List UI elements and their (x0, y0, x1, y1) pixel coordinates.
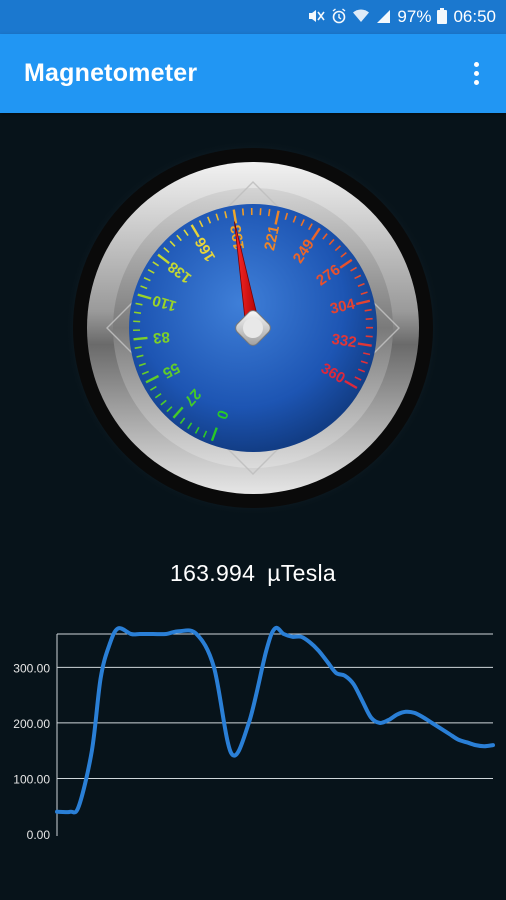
battery-percent: 97% (397, 7, 432, 26)
gauge-tick (365, 317, 373, 321)
chart-series-line (55, 625, 495, 815)
mute-icon (307, 9, 326, 26)
gauge-tick (133, 311, 142, 314)
overflow-menu-icon[interactable] (464, 56, 488, 90)
gauge-dial: 0275583110138166193221249276304332360 (65, 140, 441, 516)
reading-unit: µTesla (267, 560, 336, 586)
gauge-tick (241, 208, 245, 216)
signal-icon (375, 9, 391, 26)
app-bar: Magnetometer (0, 34, 506, 113)
status-bar: 97% 06:50 (0, 0, 506, 34)
reading-value: 163.994 (170, 560, 256, 586)
wifi-icon (353, 9, 370, 26)
battery-icon (437, 7, 448, 27)
chart-y-tick-label: 0.00 (27, 828, 51, 842)
app-title: Magnetometer (24, 59, 198, 87)
gauge-tick (267, 209, 271, 217)
gauge-tick (133, 336, 148, 341)
field-history-chart: 0.00 100.00 200.00 300.00 (0, 620, 506, 860)
chart-svg: 0.00 100.00 200.00 300.00 (13, 625, 495, 842)
chart-y-tick-label: 200.00 (13, 717, 50, 731)
alarm-icon (331, 7, 347, 27)
gauge: 0275583110138166193221249276304332360 (53, 140, 453, 540)
gauge-tick (365, 335, 373, 338)
chart-y-tick-label: 300.00 (13, 661, 50, 675)
magnetic-reading: 163.994 µTesla (0, 560, 506, 587)
chart-y-tick-label: 100.00 (13, 772, 50, 786)
clock: 06:50 (453, 7, 496, 26)
gauge-tick-label: 83 (152, 328, 170, 346)
gauge-tick (364, 308, 372, 312)
gauge-tick-label: 332 (330, 331, 357, 351)
